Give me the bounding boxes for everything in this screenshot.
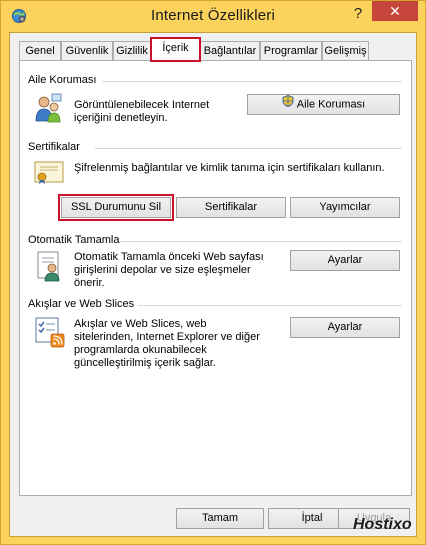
- autocomplete-section-title: Otomatik Tamamla: [28, 234, 120, 246]
- section-divider: [138, 305, 402, 306]
- dialog-body: Genel Güvenlik Gizlilik İçerik Bağlantıl…: [9, 32, 417, 537]
- certificate-icon: [34, 159, 64, 188]
- tab-baglantilar[interactable]: Bağlantılar: [200, 41, 260, 60]
- feeds-icon: [34, 316, 66, 351]
- certificates-section-title: Sertifikalar: [28, 141, 80, 153]
- feeds-description-line-3: programlarda okunabilecek: [74, 344, 207, 356]
- certificates-button[interactable]: Sertifikalar: [176, 197, 286, 218]
- feeds-settings-button[interactable]: Ayarlar: [290, 317, 400, 338]
- close-button[interactable]: ✕: [372, 1, 418, 21]
- section-divider: [120, 241, 402, 242]
- tab-genel[interactable]: Genel: [19, 41, 61, 60]
- tab-guvenlik[interactable]: Güvenlik: [61, 41, 113, 60]
- feeds-description-line-4: güncelleştirilmiş içerik sağlar.: [74, 357, 216, 369]
- autocomplete-icon: [34, 250, 64, 285]
- help-button[interactable]: ?: [350, 5, 366, 23]
- tab-gelismis[interactable]: Gelişmiş: [322, 41, 369, 60]
- publishers-button[interactable]: Yayımcılar: [290, 197, 400, 218]
- tab-programlar[interactable]: Programlar: [260, 41, 322, 60]
- shield-icon: [282, 94, 294, 114]
- feeds-description-line-2: sitelerinden, Internet Explorer ve diğer: [74, 331, 260, 343]
- internet-options-window: Internet Özellikleri ? ✕ Genel Güvenlik …: [0, 0, 426, 545]
- autocomplete-description-line-3: önerir.: [74, 277, 105, 289]
- certificates-description: Şifrelenmiş bağlantılar ve kimlik tanıma…: [74, 162, 385, 174]
- section-divider: [95, 148, 402, 149]
- family-safety-button[interactable]: Aile Koruması: [247, 94, 400, 115]
- hostixo-watermark-logo: Hostixo: [353, 516, 412, 533]
- autocomplete-settings-button[interactable]: Ayarlar: [290, 250, 400, 271]
- feeds-description-line-1: Akışlar ve Web Slices, web: [74, 318, 207, 330]
- section-divider: [102, 81, 402, 82]
- title-bar: Internet Özellikleri ? ✕: [1, 1, 425, 31]
- autocomplete-description-line-1: Otomatik Tamamla önceki Web sayfası: [74, 251, 264, 263]
- family-safety-section-title: Aile Koruması: [28, 74, 97, 86]
- autocomplete-description-line-2: girişlerini depolar ve size eşleşmeler: [74, 264, 251, 276]
- family-safety-description-line-1: Görüntülenebilecek Internet: [74, 99, 210, 111]
- tab-icerik[interactable]: İçerik: [150, 37, 201, 62]
- tab-gizlilik[interactable]: Gizlilik: [113, 41, 151, 60]
- family-safety-description-line-2: içeriğini denetleyin.: [74, 112, 168, 124]
- ok-button[interactable]: Tamam: [176, 508, 264, 529]
- family-safety-icon: [34, 93, 62, 126]
- family-safety-button-label: Aile Koruması: [296, 98, 366, 111]
- clear-ssl-state-button[interactable]: SSL Durumunu Sil: [58, 194, 174, 221]
- content-tab-panel: Aile Koruması Görüntülenebilecek Interne…: [19, 60, 412, 496]
- feeds-section-title: Akışlar ve Web Slices: [28, 298, 135, 310]
